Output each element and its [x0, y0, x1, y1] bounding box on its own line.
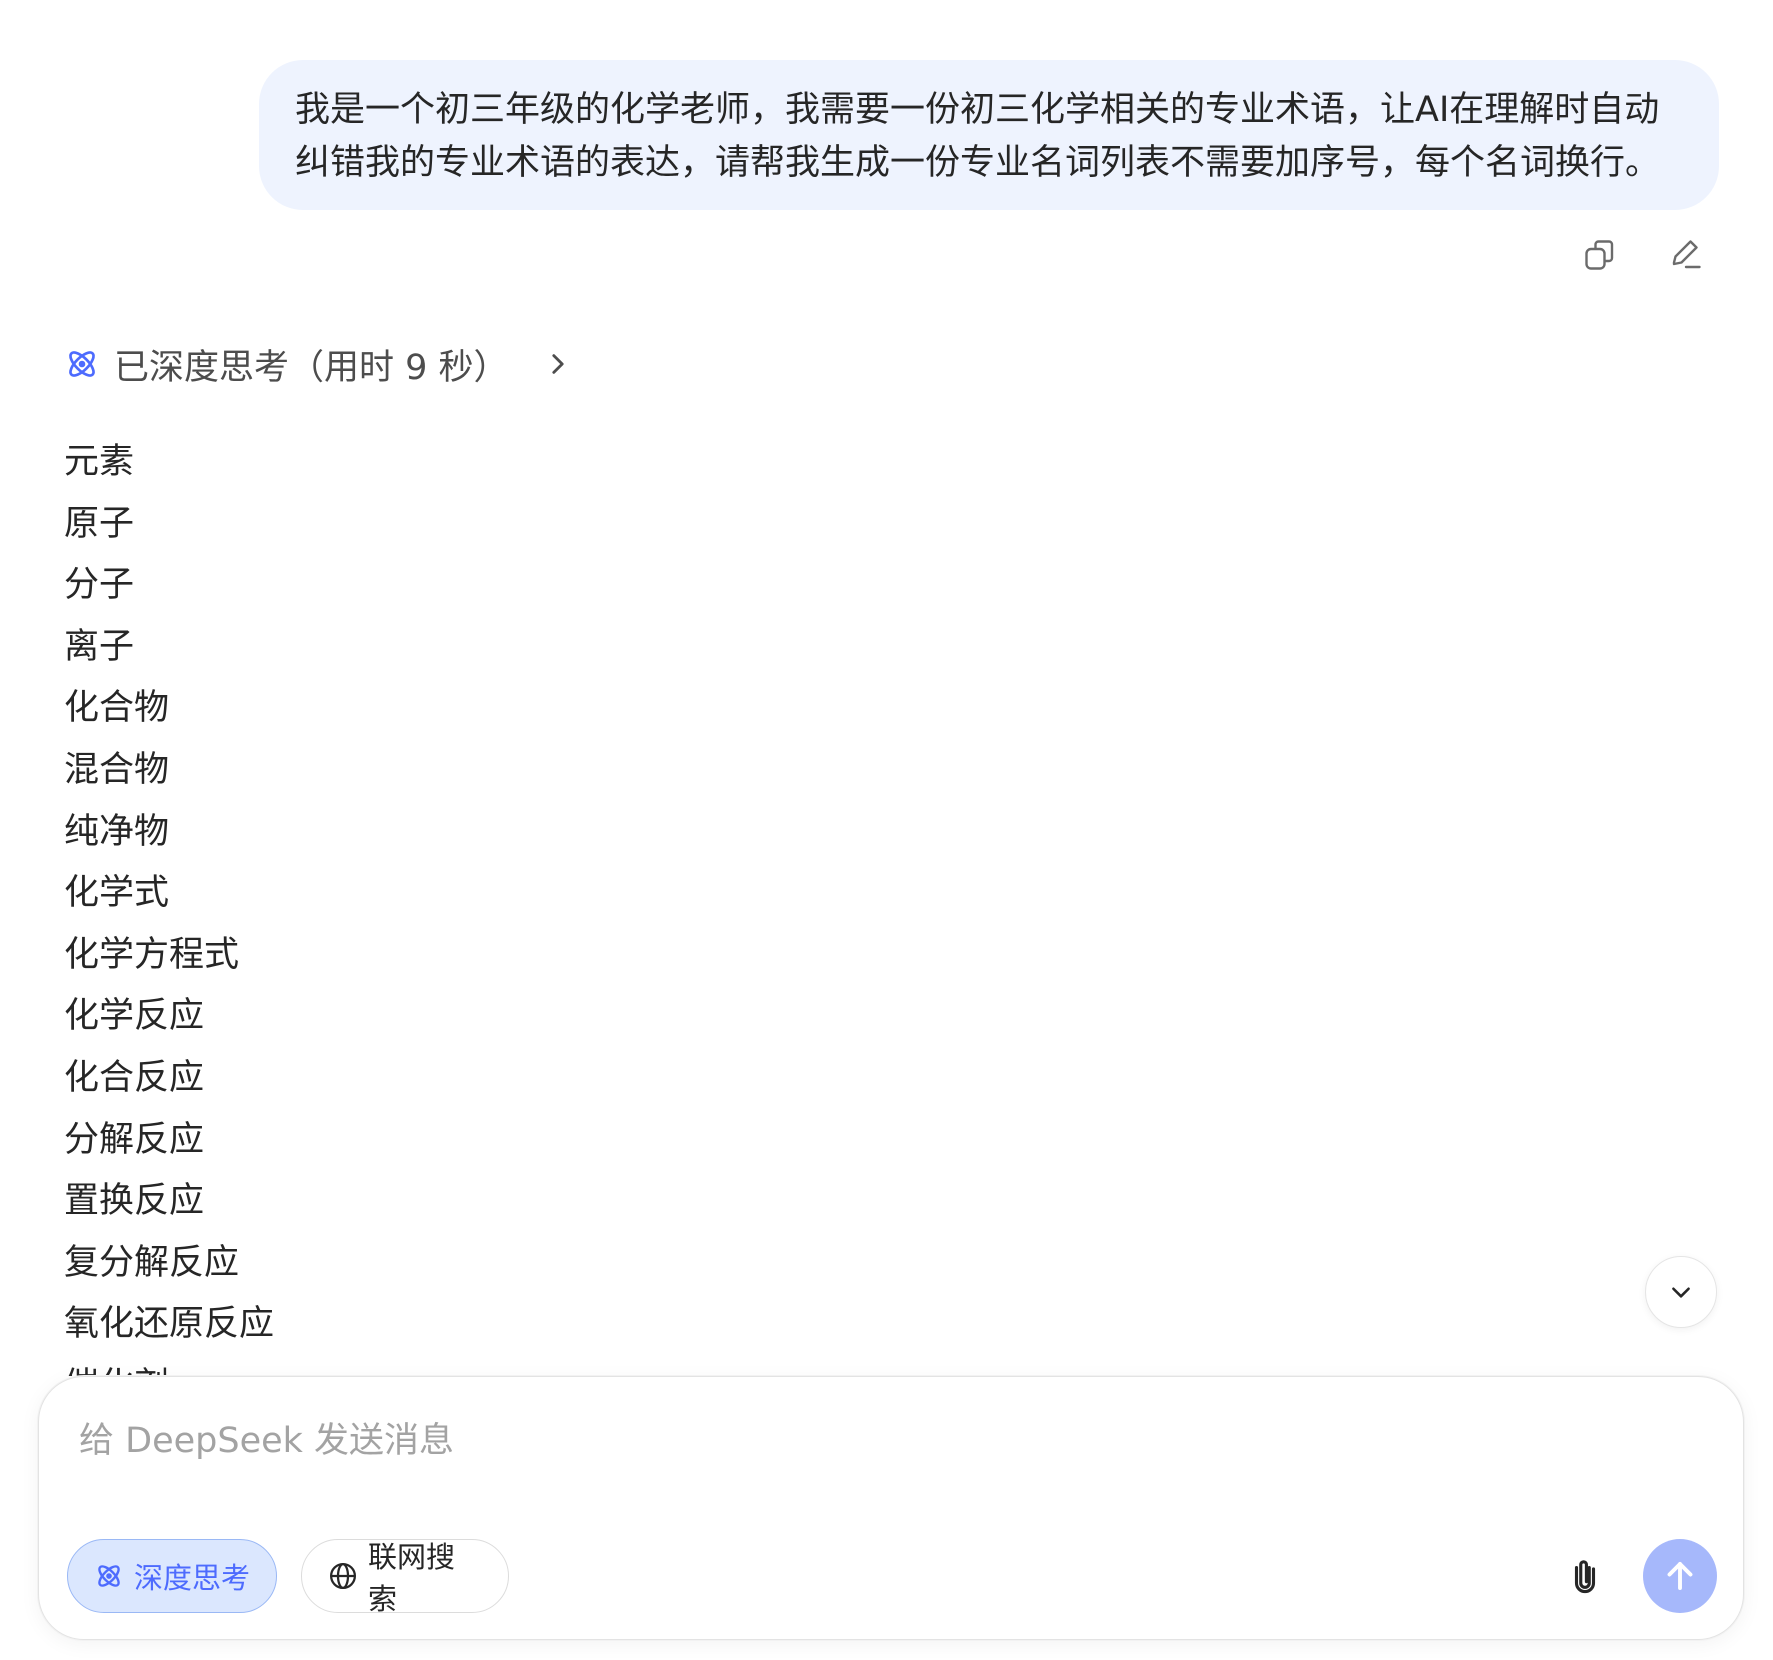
list-item: 分解反应	[64, 1119, 205, 1160]
deep-think-toggle[interactable]: 深度思考	[67, 1539, 277, 1613]
list-item: 纯净物	[64, 811, 170, 852]
deep-think-icon	[64, 346, 100, 382]
thought-toggle[interactable]: 已深度思考（用时 9 秒）	[64, 340, 571, 388]
list-item: 置换反应	[64, 1181, 205, 1222]
globe-icon	[328, 1561, 358, 1591]
edit-button[interactable]	[1666, 232, 1706, 278]
list-item: 混合物	[64, 749, 170, 790]
send-button[interactable]	[1643, 1539, 1717, 1613]
list-item: 元素	[64, 442, 135, 482]
message-input[interactable]	[79, 1411, 1679, 1471]
chevron-down-icon	[1672, 1287, 1690, 1298]
list-item: 氧化还原反应	[64, 1304, 275, 1345]
list-item: 分子	[64, 565, 135, 606]
list-item: 催化剂	[64, 1356, 1464, 1376]
list-item: 化学式	[64, 873, 170, 914]
attach-file-button[interactable]	[1565, 1553, 1605, 1599]
list-item: 化学反应	[64, 996, 205, 1037]
list-item: 化学方程式	[64, 934, 240, 975]
thought-label: 已深度思考（用时 9 秒）	[114, 347, 509, 388]
user-message-bubble: 我是一个初三年级的化学老师，我需要一份初三化学相关的专业术语，让AI在理解时自动…	[259, 60, 1719, 210]
copy-button[interactable]	[1580, 232, 1620, 278]
edit-icon	[1672, 240, 1701, 269]
chevron-right-icon	[549, 349, 571, 379]
list-item: 复分解反应	[64, 1242, 240, 1283]
deep-think-label: 深度思考	[134, 1561, 251, 1595]
assistant-answer: 元素 原子 分子 离子 化合物 混合物 纯净物 化学式 化学方程式 化学反应 化…	[64, 432, 1464, 1376]
web-search-label: 联网搜索	[368, 1540, 456, 1616]
arrow-up-icon	[1667, 1562, 1693, 1590]
chat-page: 我是一个初三年级的化学老师，我需要一份初三化学相关的专业术语，让AI在理解时自动…	[0, 0, 1773, 1660]
list-item: 离子	[64, 626, 135, 667]
user-message-text: 我是一个初三年级的化学老师，我需要一份初三化学相关的专业术语，让AI在理解时自动…	[295, 90, 1661, 183]
web-search-toggle[interactable]: 联网搜索	[301, 1539, 509, 1616]
message-composer: 深度思考 联网搜索	[38, 1376, 1744, 1640]
deep-think-icon	[94, 1561, 124, 1591]
paperclip-icon	[1574, 1560, 1596, 1594]
scroll-to-bottom-button[interactable]	[1645, 1256, 1717, 1328]
list-item: 化合物	[64, 688, 170, 729]
list-item: 化合反应	[64, 1057, 205, 1098]
message-actions	[1580, 232, 1706, 278]
copy-icon	[1585, 240, 1614, 270]
list-item: 原子	[64, 503, 135, 544]
